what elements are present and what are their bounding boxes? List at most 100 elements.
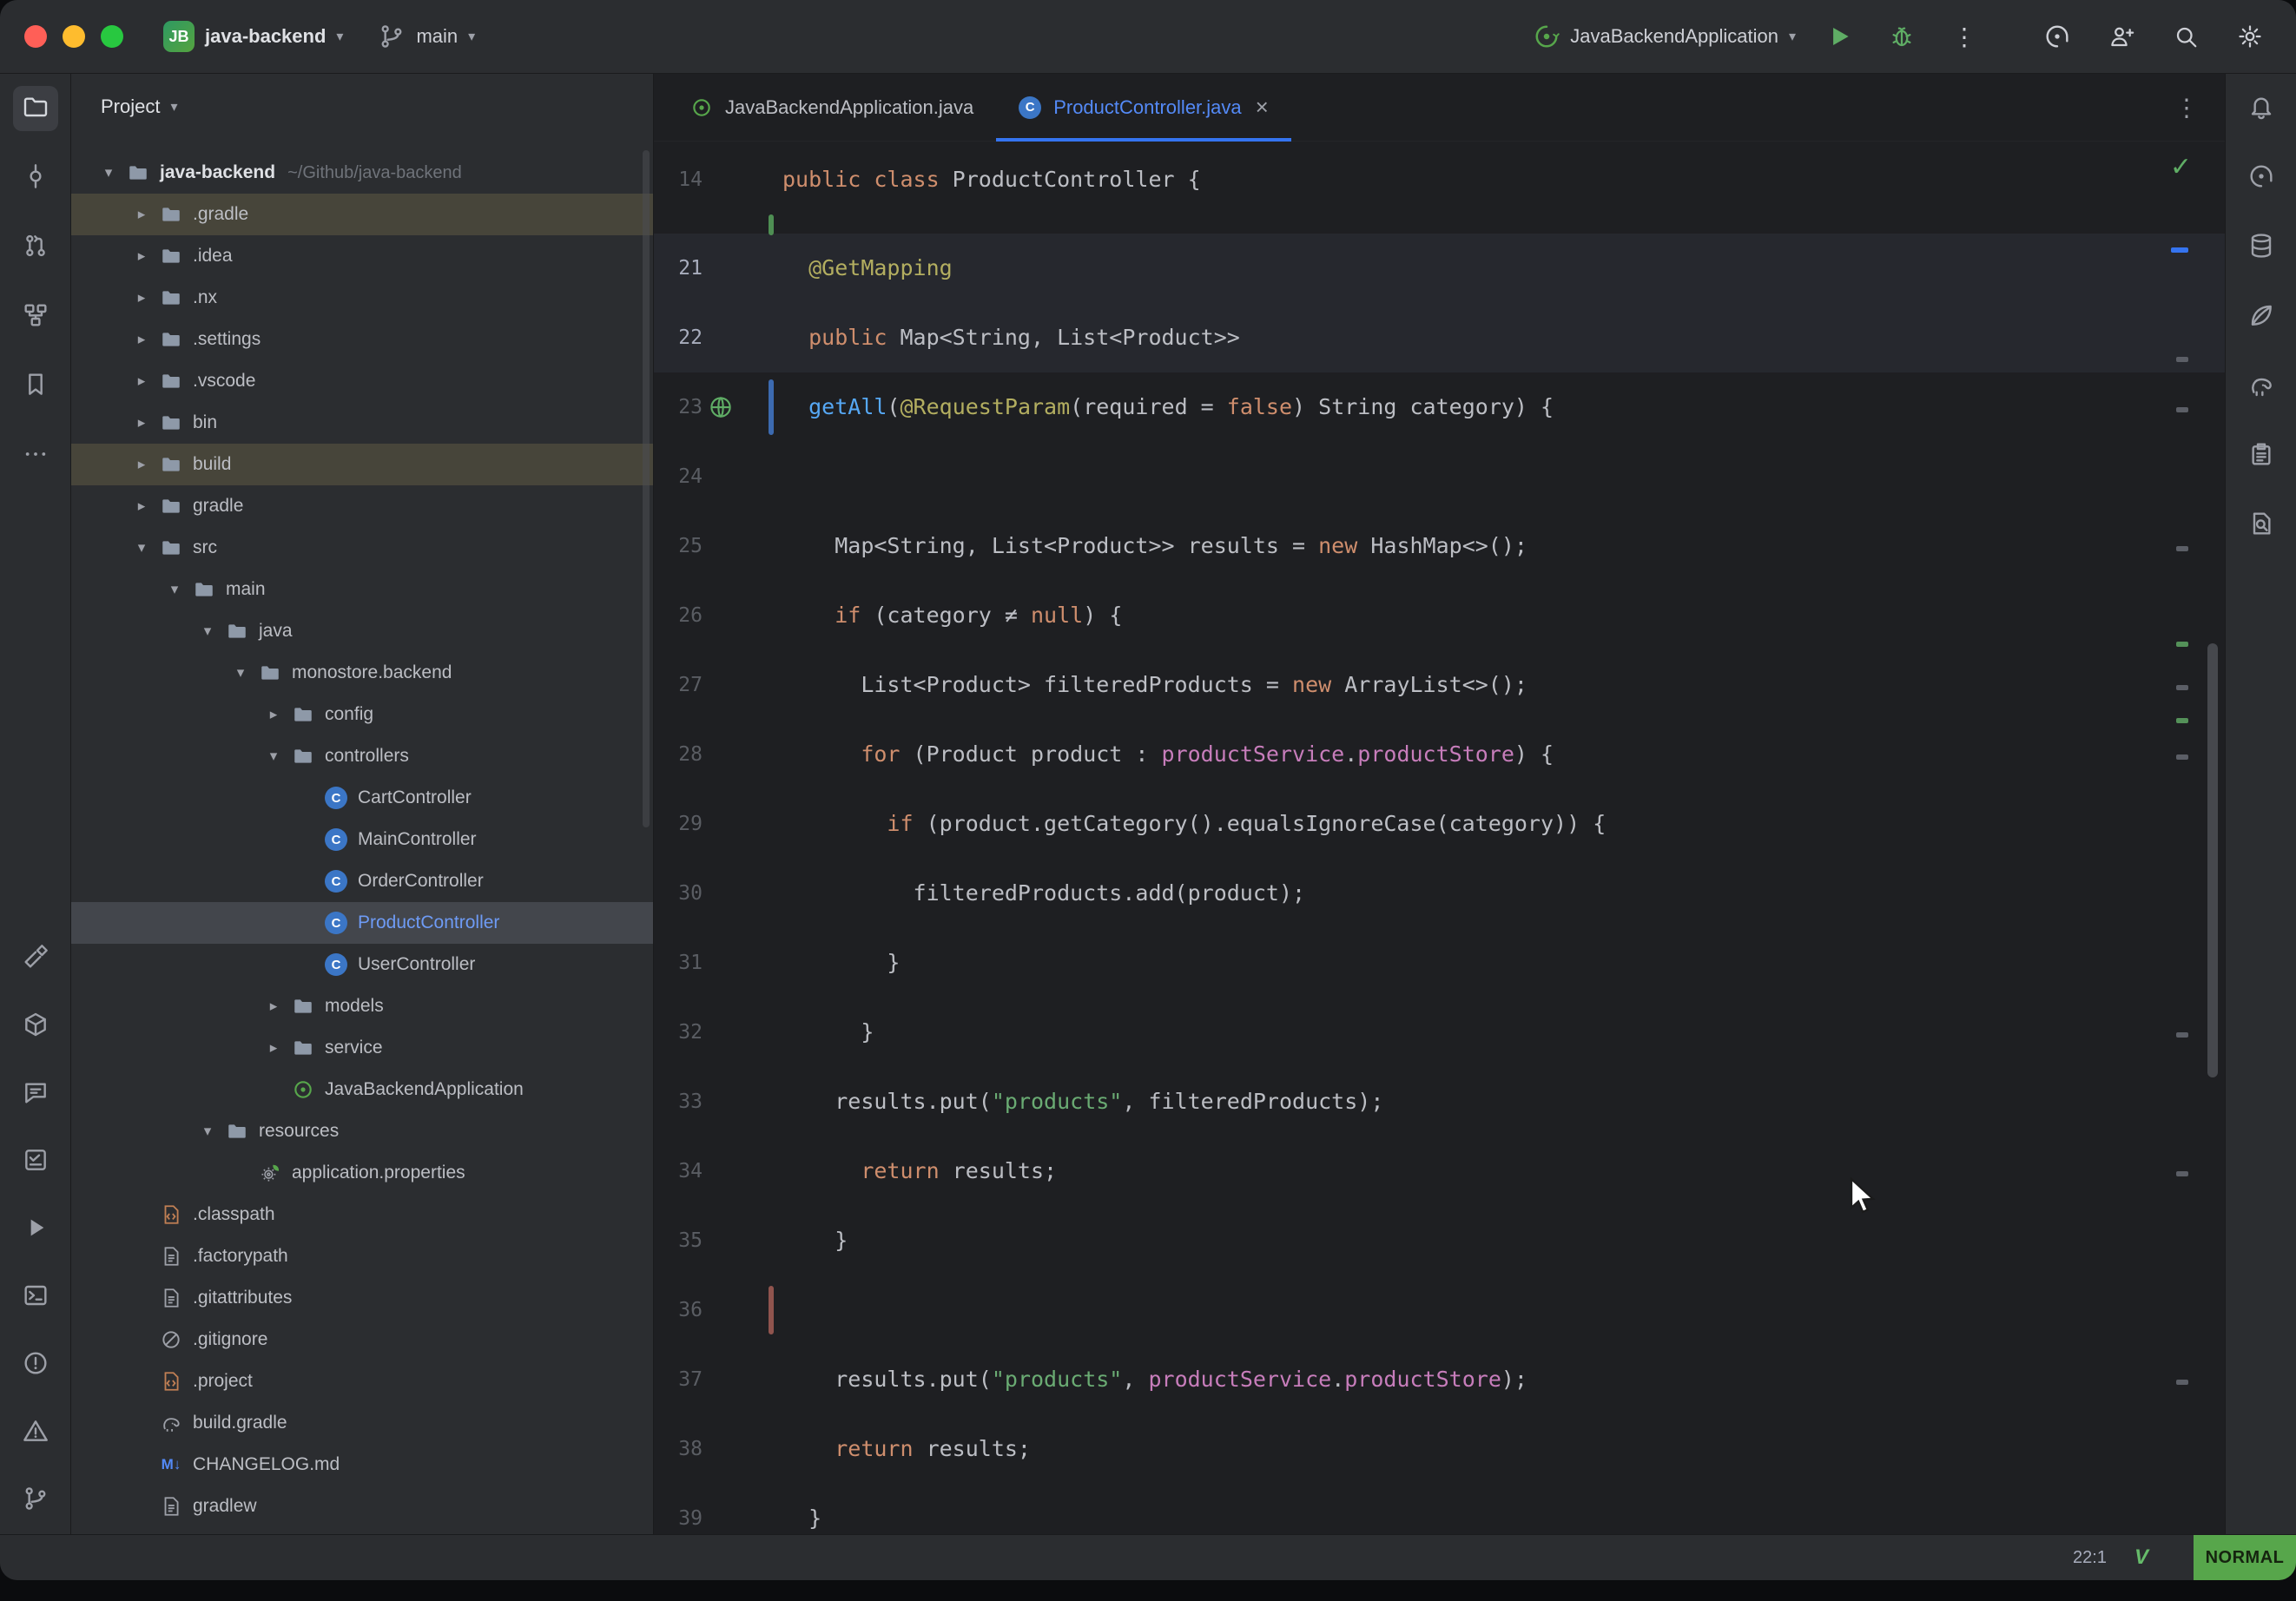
tree-chevron-icon[interactable]: ▸ xyxy=(259,1039,288,1057)
tree-chevron-icon[interactable]: ▸ xyxy=(127,289,156,306)
todo-tool-button[interactable] xyxy=(13,1139,58,1184)
tree-chevron-icon[interactable]: ▸ xyxy=(127,372,156,390)
caret-position[interactable]: 22:1 xyxy=(2073,1548,2107,1568)
tree-item-gradle[interactable]: ▸.gradle xyxy=(71,194,653,235)
code-text[interactable]: } xyxy=(782,1484,821,1535)
ai-assistant-button[interactable] xyxy=(2041,20,2074,53)
project-tool-button[interactable] xyxy=(13,86,58,131)
code-text[interactable]: if (category ≠ null) { xyxy=(782,581,1122,650)
tree-scrollbar[interactable] xyxy=(643,150,650,827)
tab-options-icon[interactable]: ⋮ xyxy=(2174,93,2199,122)
code-editor[interactable]: 14public class ProductController {21 @Ge… xyxy=(654,142,2225,1535)
tree-chevron-icon[interactable]: ▸ xyxy=(127,497,156,515)
structure-tool-button[interactable] xyxy=(13,294,58,339)
close-window-button[interactable] xyxy=(24,25,47,48)
tree-chevron-icon[interactable]: ▸ xyxy=(127,206,156,223)
code-text[interactable]: } xyxy=(782,928,900,998)
tree-item-java[interactable]: ▾java xyxy=(71,610,653,652)
tree-chevron-icon[interactable]: ▸ xyxy=(259,998,288,1015)
tree-item-factorypath[interactable]: .factorypath xyxy=(71,1235,653,1277)
tree-chevron-icon[interactable]: ▾ xyxy=(94,164,123,181)
code-text[interactable]: return results; xyxy=(782,1137,1057,1206)
tree-item-ordercontroller[interactable]: COrderController xyxy=(71,860,653,902)
tree-chevron-icon[interactable]: ▸ xyxy=(127,331,156,348)
code-text[interactable]: if (product.getCategory().equalsIgnoreCa… xyxy=(782,789,1606,859)
tree-item-project[interactable]: .project xyxy=(71,1361,653,1402)
tree-chevron-icon[interactable]: ▾ xyxy=(160,581,189,598)
line-number[interactable]: 34 xyxy=(654,1137,703,1206)
code-line-36[interactable]: 36 xyxy=(654,1275,2225,1345)
code-line-33[interactable]: 33 results.put("products", filteredProdu… xyxy=(654,1067,2225,1137)
tree-item-bin[interactable]: ▸bin xyxy=(71,402,653,444)
ai-assistant-tool-button[interactable] xyxy=(2239,155,2284,201)
line-number[interactable]: 26 xyxy=(654,581,703,650)
more-actions-icon[interactable]: ⋮ xyxy=(1945,17,1983,56)
code-line-32[interactable]: 32 } xyxy=(654,998,2225,1067)
tree-item-settings[interactable]: ▸.settings xyxy=(71,319,653,360)
project-selector[interactable]: JB java-backend ▾ xyxy=(163,21,343,52)
code-line-39[interactable]: 39 } xyxy=(654,1484,2225,1535)
code-line-26[interactable]: 26 if (category ≠ null) { xyxy=(654,581,2225,650)
ai-chat-tool-button[interactable] xyxy=(13,1071,58,1117)
line-number[interactable]: 32 xyxy=(654,998,703,1067)
code-text[interactable]: for (Product product : productService.pr… xyxy=(782,720,1554,789)
tree-item-idea[interactable]: ▸.idea xyxy=(71,235,653,277)
code-line-35[interactable]: 35 } xyxy=(654,1206,2225,1275)
tree-item-maincontroller[interactable]: CMainController xyxy=(71,819,653,860)
tab-javabackendapplication[interactable]: JavaBackendApplication.java xyxy=(668,74,996,141)
code-text[interactable]: public Map<String, List<Product>> xyxy=(782,303,1240,372)
tree-chevron-icon[interactable]: ▾ xyxy=(259,748,288,765)
code-line-37[interactable]: 37 results.put("products", productServic… xyxy=(654,1345,2225,1414)
tree-item-changelog-md[interactable]: M↓CHANGELOG.md xyxy=(71,1444,653,1486)
invite-user-button[interactable] xyxy=(2105,20,2138,53)
close-tab-icon[interactable]: × xyxy=(1256,94,1269,121)
code-line-28[interactable]: 28 for (Product product : productService… xyxy=(654,720,2225,789)
tree-item-gitignore[interactable]: .gitignore xyxy=(71,1319,653,1361)
project-panel-header[interactable]: Project ▾ xyxy=(71,74,653,140)
line-number[interactable]: 33 xyxy=(654,1067,703,1137)
run-tool-button[interactable] xyxy=(13,1207,58,1252)
code-line-31[interactable]: 31 } xyxy=(654,928,2225,998)
tab-productcontroller[interactable]: C ProductController.java × xyxy=(996,74,1291,141)
tree-item-monostore-backend[interactable]: ▾monostore.backend xyxy=(71,652,653,694)
code-text[interactable]: return results; xyxy=(782,1414,1031,1484)
tree-item-models[interactable]: ▸models xyxy=(71,985,653,1027)
find-tool-button[interactable] xyxy=(2239,503,2284,548)
line-number[interactable]: 28 xyxy=(654,720,703,789)
notifications-tool-button[interactable] xyxy=(13,1410,58,1455)
line-number[interactable]: 21 xyxy=(654,234,703,303)
line-number[interactable]: 36 xyxy=(654,1275,703,1345)
tree-chevron-icon[interactable]: ▸ xyxy=(127,414,156,432)
notifications-tool-button[interactable] xyxy=(2239,86,2284,131)
version-control-tool-button[interactable] xyxy=(13,1478,58,1523)
code-line-30[interactable]: 30 filteredProducts.add(product); xyxy=(654,859,2225,928)
code-text[interactable]: public class ProductController { xyxy=(782,145,1201,214)
zoom-window-button[interactable] xyxy=(101,25,123,48)
tree-item-controllers[interactable]: ▾controllers xyxy=(71,735,653,777)
line-number[interactable]: 29 xyxy=(654,789,703,859)
problems-tool-button[interactable] xyxy=(13,1342,58,1387)
minimize-window-button[interactable] xyxy=(63,25,85,48)
dependencies-tool-button[interactable] xyxy=(2239,433,2284,478)
tree-item-build-gradle[interactable]: build.gradle xyxy=(71,1402,653,1444)
commit-tool-button[interactable] xyxy=(13,155,58,201)
code-line-38[interactable]: 38 return results; xyxy=(654,1414,2225,1484)
tree-chevron-icon[interactable]: ▾ xyxy=(127,539,156,557)
tree-chevron-icon[interactable]: ▾ xyxy=(226,664,255,682)
tree-item-vscode[interactable]: ▸.vscode xyxy=(71,360,653,402)
tree-chevron-icon[interactable]: ▸ xyxy=(127,456,156,473)
code-line-24[interactable]: 24 xyxy=(654,442,2225,511)
line-number[interactable]: 31 xyxy=(654,928,703,998)
tree-chevron-icon[interactable]: ▸ xyxy=(127,247,156,265)
branch-selector[interactable]: main ▾ xyxy=(378,23,475,50)
database-tool-button[interactable] xyxy=(2239,225,2284,270)
code-line-25[interactable]: 25 Map<String, List<Product>> results = … xyxy=(654,511,2225,581)
code-line-34[interactable]: 34 return results; xyxy=(654,1137,2225,1206)
run-configuration-selector[interactable]: JavaBackendApplication ▾ xyxy=(1534,23,1796,49)
line-number[interactable]: 39 xyxy=(654,1484,703,1535)
line-number[interactable]: 30 xyxy=(654,859,703,928)
code-text[interactable]: } xyxy=(782,998,874,1067)
tree-item-resources[interactable]: ▾resources xyxy=(71,1110,653,1152)
code-text[interactable]: @GetMapping xyxy=(782,234,953,303)
settings-button[interactable] xyxy=(2233,20,2266,53)
